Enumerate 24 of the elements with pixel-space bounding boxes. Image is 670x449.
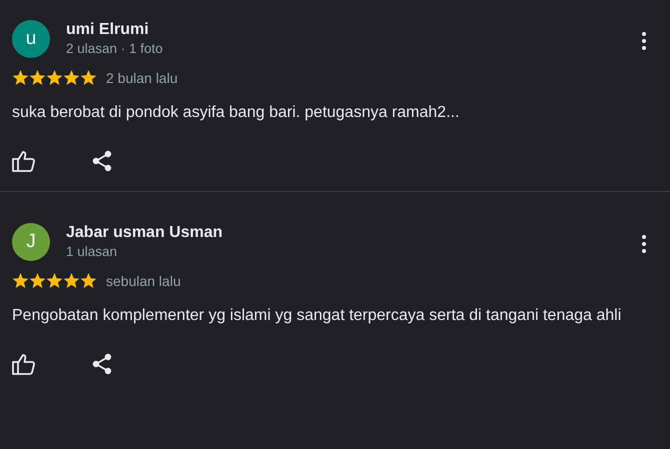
- thumbs-up-icon[interactable]: [12, 150, 36, 172]
- avatar: u: [12, 20, 50, 58]
- star-icon: [80, 70, 97, 86]
- star-icon: [63, 273, 80, 289]
- reviewer-name[interactable]: umi Elrumi: [66, 20, 640, 40]
- star-icon: [29, 70, 46, 86]
- review-text: Pengobatan komplementer yg islami yg sangat terpercaya serta di tangani tenaga ahli: [12, 306, 622, 326]
- avatar: J: [12, 223, 50, 261]
- star-icon: [80, 273, 97, 289]
- reviewer-meta: 1 ulasan: [66, 243, 118, 261]
- review-date: sebulan lalu: [106, 273, 181, 289]
- star-icon: [63, 70, 80, 86]
- star-icon: [12, 70, 29, 86]
- star-icon: [12, 273, 29, 289]
- thumbs-up-icon[interactable]: [12, 353, 36, 375]
- star-icon: [46, 70, 63, 86]
- reviewer-name[interactable]: Jabar usman Usman: [66, 223, 640, 243]
- review-text: suka berobat di pondok asyifa bang bari. petugasnya ramah2...: [12, 103, 460, 123]
- share-icon[interactable]: [92, 150, 112, 172]
- reviewer-meta: 2 ulasan · 1 foto: [66, 40, 164, 58]
- star-icon: [29, 273, 46, 289]
- share-icon[interactable]: [92, 353, 112, 375]
- review-date: 2 bulan lalu: [106, 70, 178, 86]
- star-icon: [46, 273, 63, 289]
